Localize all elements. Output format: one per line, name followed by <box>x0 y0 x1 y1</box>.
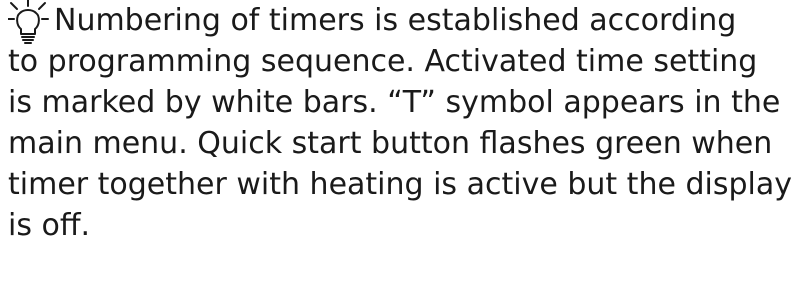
note-line: timer together with heating is active bu… <box>8 167 792 202</box>
note-line: to programming sequence. Activated time … <box>8 44 758 79</box>
note-line: main menu. Quick start button flashes gr… <box>8 126 773 161</box>
tip-note: Numbering of timers is established accor… <box>8 0 798 246</box>
note-line: is off. <box>8 208 91 243</box>
note-line: is marked by white bars. “T” symbol appe… <box>8 85 781 120</box>
note-line: Numbering of timers is established accor… <box>54 3 737 38</box>
